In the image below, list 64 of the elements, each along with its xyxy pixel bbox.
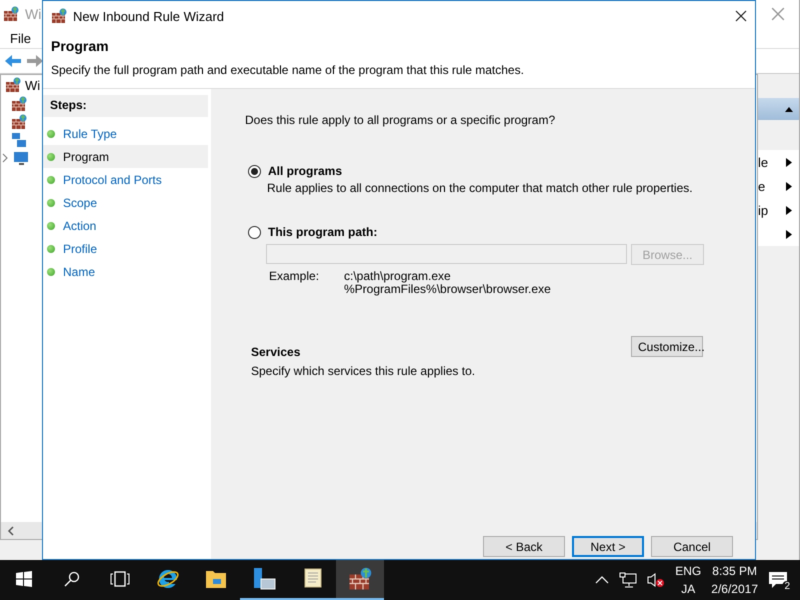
firewall-icon — [11, 96, 27, 112]
step-item[interactable]: Scope — [43, 191, 208, 214]
close-icon[interactable] — [735, 10, 747, 22]
pane-menu-entry[interactable]: le — [758, 150, 799, 174]
step-item[interactable]: Profile — [43, 237, 208, 260]
pane-menu-entry[interactable]: e — [758, 174, 799, 198]
option-label[interactable]: This program path: — [268, 225, 378, 239]
scroll-left-icon[interactable] — [7, 526, 15, 536]
chevron-up-icon[interactable] — [595, 575, 610, 585]
back-icon[interactable] — [4, 54, 22, 68]
actions-header[interactable] — [758, 98, 799, 120]
pane-menu-entry[interactable] — [758, 222, 799, 246]
submenu-arrow-icon — [785, 158, 793, 166]
radio-button[interactable] — [248, 164, 261, 178]
firewall-icon — [11, 114, 27, 130]
windows-icon — [16, 571, 32, 587]
example-path: c:\path\program.exe — [344, 270, 452, 283]
option-label[interactable]: All programs — [268, 164, 342, 178]
folder-icon — [205, 569, 227, 589]
forward-icon[interactable] — [26, 54, 44, 68]
browser-icon — [156, 567, 180, 591]
services-description: Specify which services this rule applies to. — [251, 364, 476, 378]
tree-item[interactable]: Wi — [25, 78, 40, 92]
submenu-arrow-icon — [785, 182, 793, 190]
step-item[interactable]: Protocol and Ports — [43, 168, 208, 191]
customize-button[interactable]: Customize... — [631, 336, 703, 357]
firewall-icon — [348, 567, 372, 591]
step-item[interactable]: Rule Type — [43, 122, 208, 145]
monitor-icon — [13, 150, 29, 166]
step-item[interactable]: Program — [43, 145, 208, 168]
language-indicator[interactable]: ENG JA — [675, 562, 702, 598]
step-item[interactable]: Action — [43, 214, 208, 237]
firewall-icon — [5, 77, 21, 93]
taskbar-button[interactable] — [336, 560, 384, 600]
services-heading: Services — [251, 345, 302, 359]
menu-item[interactable]: File — [10, 30, 31, 46]
clock[interactable]: 8:35 PM 2/6/2017 — [711, 562, 758, 598]
dialog-button[interactable]: Cancel — [651, 536, 733, 557]
window-title: Wi — [25, 6, 42, 22]
search-icon — [64, 571, 80, 587]
submenu-arrow-icon — [785, 230, 793, 238]
server-manager-icon — [252, 567, 276, 591]
radio-button[interactable] — [248, 226, 261, 238]
page-heading: Program — [51, 38, 110, 54]
firewall-icon — [51, 8, 67, 24]
submenu-arrow-icon — [785, 206, 793, 214]
page-description: Specify the full program path and executable name of the program that this rule matches. — [51, 63, 525, 77]
dialog-title: New Inbound Rule Wizard — [73, 8, 224, 24]
example-label: Example: — [269, 270, 320, 285]
dialog-button[interactable]: < Back — [483, 536, 565, 557]
muted-speaker-icon[interactable] — [647, 572, 666, 588]
example-path: %ProgramFiles%\browser\browser.exe — [344, 283, 551, 296]
task-view-icon — [110, 571, 130, 587]
pane-menu-entry[interactable]: ip — [758, 198, 799, 222]
steps-heading: Steps: — [43, 95, 208, 117]
question-text: Does this rule apply to all programs or a specific program? — [245, 113, 556, 127]
step-item[interactable]: Name — [43, 260, 208, 283]
option-description: Rule applies to all connections on the computer that match other rule properties. — [267, 181, 694, 195]
dialog-button[interactable]: Next > — [572, 536, 644, 557]
firewall-icon — [3, 6, 19, 22]
chevron-icon[interactable] — [1, 153, 9, 163]
collapse-icon — [785, 104, 793, 114]
network-icon — [11, 132, 27, 148]
network-icon[interactable] — [619, 572, 638, 588]
